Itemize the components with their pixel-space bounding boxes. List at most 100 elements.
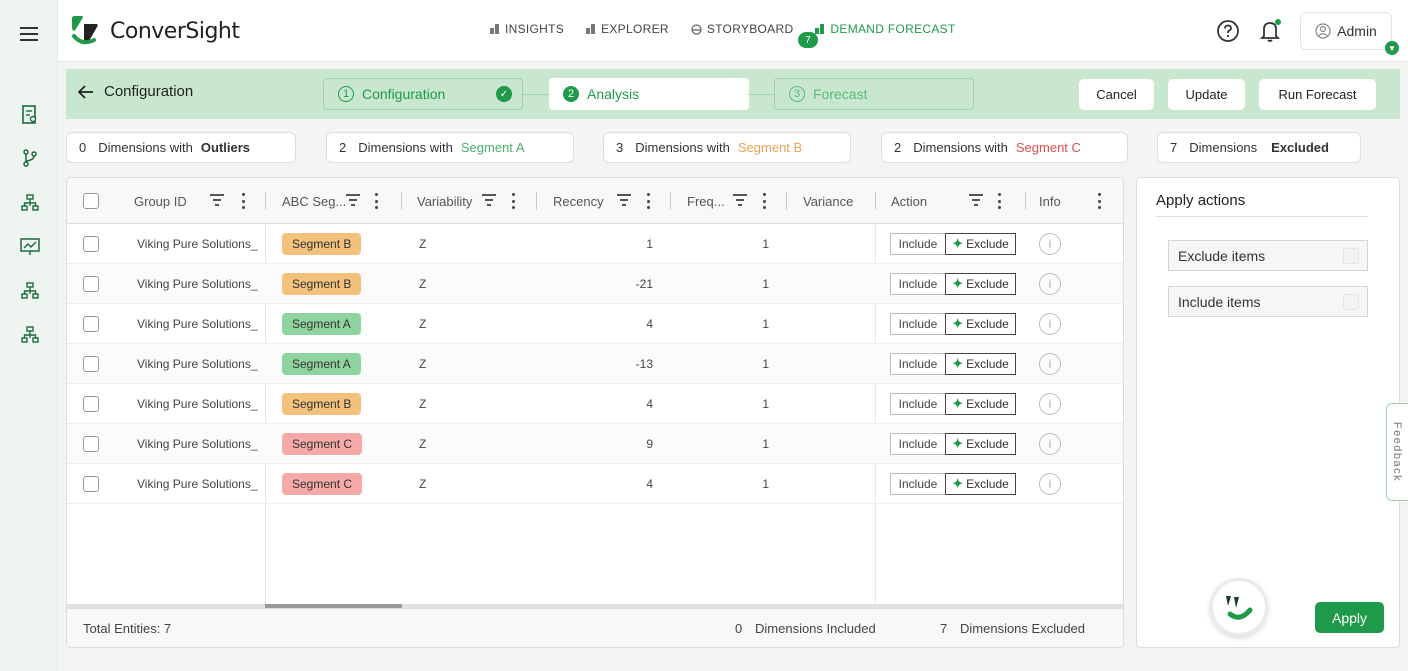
chevron-down-icon[interactable]: ▼ xyxy=(1385,41,1399,55)
include-items-checkbox[interactable] xyxy=(1343,294,1359,310)
include-button[interactable]: Include xyxy=(890,273,946,295)
assistant-button[interactable] xyxy=(1210,578,1268,636)
apply-button[interactable]: Apply xyxy=(1315,602,1384,633)
user-menu[interactable]: Admin ▼ xyxy=(1300,12,1399,55)
info-icon[interactable]: i xyxy=(1039,233,1061,255)
col-info: Info xyxy=(1026,178,1123,224)
frequency-cell: 1 xyxy=(762,317,769,331)
hierarchy-icon[interactable] xyxy=(18,279,42,303)
exclude-button[interactable]: ✦ Exclude xyxy=(945,393,1016,415)
nav-insights[interactable]: INSIGHTS xyxy=(490,22,564,36)
brand-logo[interactable]: ConverSight xyxy=(68,14,240,48)
frequency-cell: 1 xyxy=(762,437,769,451)
include-button[interactable]: Include xyxy=(890,393,946,415)
update-button[interactable]: Update xyxy=(1168,79,1245,110)
row-checkbox[interactable] xyxy=(83,436,99,452)
row-checkbox[interactable] xyxy=(83,356,99,372)
col-action: Action xyxy=(876,178,1026,224)
column-menu-icon[interactable] xyxy=(1097,193,1101,209)
include-button[interactable]: Include xyxy=(890,353,946,375)
variability-cell: Z xyxy=(419,437,427,451)
recency-cell: 1 xyxy=(646,237,653,251)
column-menu-icon[interactable] xyxy=(374,193,378,209)
summary-chip-segment-b: 3 Dimensions with Segment B xyxy=(603,132,851,163)
back-button[interactable]: Configuration xyxy=(78,83,193,100)
column-menu-icon[interactable] xyxy=(762,193,766,209)
exclude-button[interactable]: ✦ Exclude xyxy=(945,273,1016,295)
info-icon[interactable]: i xyxy=(1039,473,1061,495)
include-button[interactable]: Include xyxy=(890,473,946,495)
hierarchy-icon[interactable] xyxy=(18,323,42,347)
step-configuration[interactable]: 1 Configuration ✓ xyxy=(323,78,523,110)
exclude-button[interactable]: ✦ Exclude xyxy=(945,233,1016,255)
filter-icon[interactable] xyxy=(210,194,224,206)
select-all-checkbox[interactable] xyxy=(83,193,99,209)
step-connector xyxy=(749,94,774,95)
cancel-button[interactable]: Cancel xyxy=(1079,79,1154,110)
step-label: Configuration xyxy=(362,86,446,102)
exclude-button[interactable]: ✦ Exclude xyxy=(945,473,1016,495)
step-number: 1 xyxy=(338,86,354,102)
column-menu-icon[interactable] xyxy=(997,193,1001,209)
include-button[interactable]: Include xyxy=(890,233,946,255)
nav-storyboard[interactable]: STORYBOARD xyxy=(691,22,794,36)
step-forecast[interactable]: 3 Forecast xyxy=(774,78,974,110)
info-icon[interactable]: i xyxy=(1039,313,1061,335)
exclude-button[interactable]: ✦ Exclude xyxy=(945,313,1016,335)
plus-icon: ✦ xyxy=(952,356,964,371)
nav-label: STORYBOARD xyxy=(706,22,794,36)
exclude-button[interactable]: ✦ Exclude xyxy=(945,353,1016,375)
include-items-option[interactable]: Include items xyxy=(1168,286,1368,317)
presentation-icon[interactable] xyxy=(18,235,42,259)
summary-chip-segment-c: 2 Dimensions with Segment C xyxy=(881,132,1128,163)
exclude-button[interactable]: ✦ Exclude xyxy=(945,433,1016,455)
recency-cell: 9 xyxy=(646,437,653,451)
branch-icon[interactable] xyxy=(18,146,42,170)
total-entities: Total Entities: 7 xyxy=(83,621,172,636)
hierarchy-icon[interactable] xyxy=(18,191,42,215)
info-icon[interactable]: i xyxy=(1039,353,1061,375)
panel-title: Apply actions xyxy=(1156,192,1246,209)
exclude-items-checkbox[interactable] xyxy=(1343,248,1359,264)
report-search-icon[interactable] xyxy=(18,103,42,127)
row-checkbox[interactable] xyxy=(83,236,99,252)
feedback-tab[interactable]: Feedback xyxy=(1386,403,1408,501)
help-icon[interactable] xyxy=(1216,19,1240,43)
step-analysis[interactable]: 2 Analysis xyxy=(549,78,749,110)
check-icon: ✓ xyxy=(496,86,512,102)
group-id-cell: Viking Pure Solutions_ xyxy=(137,397,258,411)
nav-explorer[interactable]: EXPLORER xyxy=(586,22,669,36)
arrow-left-icon xyxy=(78,84,93,99)
column-menu-icon[interactable] xyxy=(241,193,245,209)
col-frequency: Freq... xyxy=(671,178,787,224)
nav-demand-forecast[interactable]: DEMAND FORECAST xyxy=(815,22,955,36)
group-id-cell: Viking Pure Solutions_ xyxy=(137,277,258,291)
exclude-items-option[interactable]: Exclude items xyxy=(1168,240,1368,271)
brand-name: ConverSight xyxy=(110,18,240,44)
row-checkbox[interactable] xyxy=(83,276,99,292)
segment-badge: Segment A xyxy=(282,313,361,335)
info-icon[interactable]: i xyxy=(1039,433,1061,455)
table-footer: Total Entities: 7 0 Dimensions Included … xyxy=(67,608,1123,647)
notification-bell-icon[interactable] xyxy=(1258,18,1282,44)
filter-icon[interactable] xyxy=(482,194,496,206)
apply-actions-panel: Apply actions Exclude items Include item… xyxy=(1136,177,1400,648)
filter-icon[interactable] xyxy=(617,194,631,206)
filter-icon[interactable] xyxy=(346,194,360,206)
segment-badge: Segment C xyxy=(282,473,363,495)
group-id-cell: Viking Pure Solutions_ xyxy=(137,357,258,371)
info-icon[interactable]: i xyxy=(1039,393,1061,415)
include-button[interactable]: Include xyxy=(890,433,946,455)
info-icon[interactable]: i xyxy=(1039,273,1061,295)
include-button[interactable]: Include xyxy=(890,313,946,335)
filter-icon[interactable] xyxy=(969,194,983,206)
row-checkbox[interactable] xyxy=(83,476,99,492)
row-checkbox[interactable] xyxy=(83,316,99,332)
run-forecast-button[interactable]: Run Forecast xyxy=(1259,79,1376,110)
filter-icon[interactable] xyxy=(733,194,747,206)
plus-icon: ✦ xyxy=(952,316,964,331)
row-checkbox[interactable] xyxy=(83,396,99,412)
column-menu-icon[interactable] xyxy=(646,193,650,209)
column-menu-icon[interactable] xyxy=(511,193,515,209)
menu-icon[interactable] xyxy=(18,22,42,46)
